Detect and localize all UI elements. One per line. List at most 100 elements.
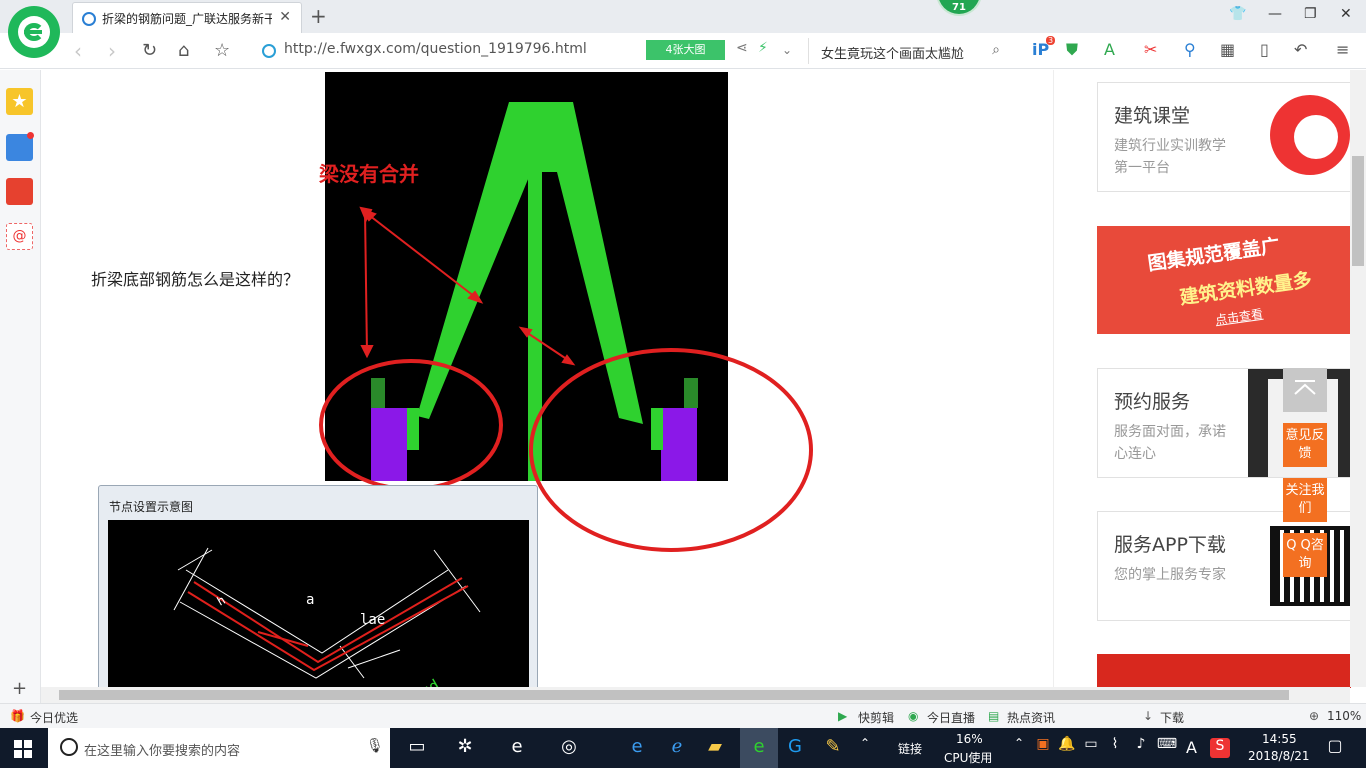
clock-date[interactable]: 2018/8/21 — [1248, 749, 1310, 763]
node-diagram: a lae h xd — [108, 520, 529, 687]
zoom-icon: ⊕ — [1309, 709, 1320, 723]
quick-edit-link[interactable]: 快剪辑 — [858, 709, 894, 726]
horizontal-scroll-thumb[interactable] — [59, 690, 1289, 700]
undo-icon[interactable]: ↶ — [1294, 40, 1307, 59]
banner-line1: 图集规范覆盖广 — [1146, 234, 1282, 276]
maximize-button[interactable]: ❐ — [1304, 6, 1317, 22]
scissors-icon[interactable]: ✂ — [1144, 40, 1157, 59]
battery-icon[interactable]: ▭ — [1078, 736, 1104, 760]
edge-icon[interactable]: e — [624, 736, 650, 760]
bottom-ad[interactable] — [1097, 654, 1351, 688]
taskbar-search-input[interactable]: 在这里输入你要搜索的内容 — [84, 740, 240, 759]
close-window-button[interactable]: ✕ — [1340, 6, 1352, 22]
wifi-icon[interactable]: ⌇ — [1102, 736, 1128, 760]
weibo-icon[interactable] — [6, 178, 33, 205]
task-view-icon[interactable]: ▭ — [404, 736, 430, 760]
360-browser-taskbar-icon[interactable]: e — [740, 728, 778, 768]
glodon-app-icon[interactable]: G — [782, 736, 808, 760]
dialog-title: 节点设置示意图 — [109, 500, 194, 514]
bell-icon[interactable]: 🔔 — [1054, 736, 1080, 760]
clock-time[interactable]: 14:55 — [1262, 732, 1297, 746]
today-picks-link[interactable]: 今日优选 — [30, 709, 78, 726]
shield-icon[interactable]: ⛊ — [1066, 40, 1078, 60]
card-subtitle: 您的掌上服务专家 — [1114, 567, 1226, 583]
address-bar: ‹ › ↻ ⌂ ☆ http://e.fwxgx.com/question_19… — [0, 33, 1366, 69]
banner-link[interactable]: 点击查看 — [1214, 305, 1264, 329]
email-icon[interactable]: @ — [6, 223, 33, 250]
microphone-icon[interactable]: 🎙 — [366, 738, 384, 754]
bookmark-star-icon[interactable]: ☆ — [214, 40, 230, 61]
taskbar-more-chevron-icon[interactable]: ⌃ — [852, 736, 878, 760]
notes-app-icon[interactable]: ✎ — [820, 736, 846, 760]
shirt-skin-icon[interactable]: 👕 — [1229, 6, 1246, 22]
translate-icon[interactable]: A — [1104, 40, 1115, 59]
tablet-icon[interactable]: ▯ — [1260, 40, 1269, 59]
chrome-app-icon[interactable]: ◎ — [556, 736, 582, 760]
vertical-scrollbar[interactable] — [1350, 70, 1366, 687]
menu-icon[interactable]: ≡ — [1336, 40, 1349, 59]
angle-a-label: a — [306, 592, 314, 608]
qq-consult-button[interactable]: Q Q咨询 — [1283, 533, 1327, 577]
back-to-top-button[interactable] — [1283, 368, 1327, 412]
tray-expand-icon[interactable]: ⌃ — [1006, 736, 1032, 760]
forward-button[interactable]: › — [108, 39, 116, 63]
tab-close-icon[interactable]: ✕ — [279, 9, 291, 25]
banner-line2: 建筑资料数量多 — [1178, 268, 1314, 310]
download-link[interactable]: 下载 — [1160, 709, 1184, 726]
keyboard-icon[interactable]: ⌨ — [1154, 736, 1180, 760]
search-box[interactable]: 女生竟玩这个画面太尴尬 ⌕ — [808, 38, 1008, 64]
windows-start-icon[interactable] — [14, 740, 32, 758]
favorites-star-icon[interactable]: ★ — [6, 88, 33, 115]
search-input[interactable]: 女生竟玩这个画面太尴尬 — [821, 43, 964, 62]
browser-logo-icon[interactable] — [8, 6, 60, 58]
volume-icon[interactable]: ♪ — [1128, 736, 1154, 760]
back-button[interactable]: ‹ — [74, 39, 82, 63]
cortana-icon — [60, 738, 78, 756]
link-label[interactable]: 链接 — [898, 740, 922, 757]
horizontal-scrollbar[interactable] — [41, 687, 1350, 703]
node-settings-dialog[interactable]: 节点设置示意图 a lae h — [98, 485, 538, 687]
card-building-class[interactable]: 建筑课堂 建筑行业实训教学第一平台 — [1097, 82, 1351, 192]
brand-logo-inner — [1294, 115, 1338, 159]
share-icon[interactable]: ⋖ — [736, 40, 748, 56]
cpu-label: CPU使用 — [944, 751, 993, 765]
pinwheel-app-icon[interactable]: ✲ — [452, 736, 478, 760]
taskbar-search-box[interactable]: 在这里输入你要搜索的内容 🎙 — [48, 728, 390, 768]
new-tab-button[interactable]: + — [310, 4, 327, 28]
add-sidebar-button[interactable]: + — [12, 678, 27, 699]
follow-us-button[interactable]: 关注我们 — [1283, 478, 1327, 522]
reload-button[interactable]: ↻ — [142, 40, 157, 61]
clip-icon: ▶ — [838, 709, 848, 723]
search-icon[interactable]: ⌕ — [992, 42, 1000, 58]
tab-title: 折梁的钢筋问题_广联达服务新干 — [102, 12, 272, 26]
big-image-button[interactable]: 4张大图 — [646, 40, 725, 60]
ime-indicator[interactable]: A — [1186, 738, 1197, 757]
today-live-link[interactable]: 今日直播 — [927, 709, 975, 726]
file-explorer-icon[interactable]: ▰ — [702, 736, 728, 760]
card-title: 服务APP下载 — [1114, 534, 1226, 556]
zoom-level[interactable]: 110% — [1327, 709, 1361, 723]
edge-browser-icon[interactable]: e — [504, 736, 530, 760]
apps-grid-icon[interactable]: ▦ — [1220, 40, 1235, 59]
tray-app-icon[interactable]: ▣ — [1030, 736, 1056, 760]
vertical-scroll-thumb[interactable] — [1352, 156, 1364, 266]
news-icon: ▤ — [988, 709, 1000, 723]
speed-mode-icon[interactable]: ⚡ — [758, 40, 768, 56]
tab-bar: 折梁的钢筋问题_广联达服务新干 ✕ + 71 👕 — ❐ ✕ — [0, 0, 1366, 33]
tab-active[interactable]: 折梁的钢筋问题_广联达服务新干 ✕ — [72, 2, 302, 33]
home-button[interactable]: ⌂ — [178, 40, 189, 61]
magnifier-icon[interactable]: ⚲ — [1184, 40, 1196, 59]
url-input[interactable]: http://e.fwxgx.com/question_1919796.html — [284, 41, 587, 57]
chevron-down-icon[interactable]: ⌄ — [782, 43, 792, 57]
sogou-ime-icon[interactable]: S — [1210, 738, 1230, 758]
atlas-banner[interactable]: 图集规范覆盖广 建筑资料数量多 点击查看 — [1097, 226, 1351, 334]
minimize-button[interactable]: — — [1268, 6, 1282, 22]
notification-badge[interactable]: 71 — [936, 0, 982, 16]
xd-label: xd — [417, 675, 443, 687]
card-subtitle: 建筑行业实训教学第一平台 — [1114, 138, 1226, 176]
feedback-button[interactable]: 意见反馈 — [1283, 423, 1327, 467]
hot-news-link[interactable]: 热点资讯 — [1007, 709, 1055, 726]
ie-icon[interactable]: ℯ — [664, 736, 690, 760]
action-center-icon[interactable]: ▢ — [1322, 736, 1348, 760]
site-favicon-icon — [82, 12, 96, 26]
